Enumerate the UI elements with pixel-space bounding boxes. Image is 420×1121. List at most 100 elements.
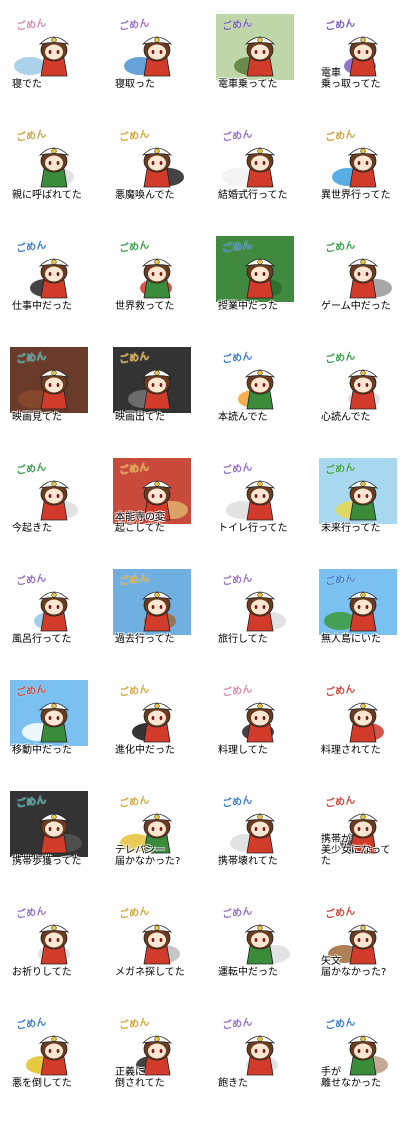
character-eye <box>262 50 266 54</box>
character-eye <box>254 383 258 387</box>
sticker[interactable]: ごめん 携帯が 美少女になってた <box>319 791 397 869</box>
sticker[interactable]: ごめん 未来行ってた <box>319 458 397 536</box>
moon-ornament-icon <box>257 703 263 709</box>
character-face <box>45 155 63 171</box>
character-eye <box>151 161 155 165</box>
sticker[interactable]: ごめん 今起きた <box>10 458 88 536</box>
sticker[interactable]: ごめん 飽きた <box>216 1013 294 1091</box>
sticker[interactable]: ごめん 心読んでた <box>319 347 397 425</box>
sticker[interactable]: ごめん 本能寺の変 起こしてた <box>113 458 191 536</box>
sticker[interactable]: ごめん 悪魔喚んでた <box>113 125 191 203</box>
sticker[interactable]: ごめん お祈りしてた <box>10 902 88 980</box>
sticker[interactable]: ごめん 異世界行ってた <box>319 125 397 203</box>
character-face <box>148 266 166 282</box>
character-face <box>251 488 269 504</box>
moon-ornament-icon <box>51 259 57 265</box>
moon-ornament-icon <box>257 148 263 154</box>
character-eye <box>159 494 163 498</box>
sticker[interactable]: ごめん 料理されてた <box>319 680 397 758</box>
sticker[interactable]: ごめん 正義に 倒されてた <box>113 1013 191 1091</box>
character-eye <box>254 494 258 498</box>
character-eye <box>254 938 258 942</box>
sticker[interactable]: ごめん 授業中だった <box>216 236 294 314</box>
sticker[interactable]: ごめん テレパシー 届かなかった? <box>113 791 191 869</box>
sticker-caption: 無人島にいた <box>321 634 381 645</box>
character-eye <box>365 161 369 165</box>
sticker[interactable]: ごめん 過去行ってた <box>113 569 191 647</box>
character-eye <box>254 827 258 831</box>
moon-ornament-icon <box>360 592 366 598</box>
character-eye <box>262 1049 266 1053</box>
sticker[interactable]: ごめん 世界救ってた <box>113 236 191 314</box>
sticker[interactable]: ごめん 移動中だった <box>10 680 88 758</box>
character-eye <box>365 605 369 609</box>
sticker-caption: ゲーム中だった <box>321 301 391 312</box>
character-face <box>45 44 63 60</box>
sticker[interactable]: ごめん 映画見てた <box>10 347 88 425</box>
sticker[interactable]: ごめん 携帯歩獲ってた <box>10 791 88 869</box>
sticker[interactable]: ごめん 手が 離せなかった <box>319 1013 397 1091</box>
sticker[interactable]: ごめん 携帯壊れてた <box>216 791 294 869</box>
character-face <box>354 1043 372 1059</box>
sticker[interactable]: ごめん 旅行してた <box>216 569 294 647</box>
character-eye <box>357 827 361 831</box>
character-eye <box>56 716 60 720</box>
moon-ornament-icon <box>154 148 160 154</box>
moon-ornament-icon <box>51 481 57 487</box>
character-eye <box>48 50 52 54</box>
sticker[interactable]: ごめん 無人島にいた <box>319 569 397 647</box>
sticker[interactable]: ごめん 運転中だった <box>216 902 294 980</box>
sticker[interactable]: ごめん 本読んでた <box>216 347 294 425</box>
sticker-grid: ごめん 寝でた ごめん 寝取った ごめん 電車乗ってた ごめん 電車 乗っ取ってたごめん 親に呼… <box>0 0 420 1121</box>
character-eye <box>48 161 52 165</box>
character-eye <box>365 1049 369 1053</box>
moon-ornament-icon <box>51 37 57 43</box>
character-face <box>45 932 63 948</box>
sticker-caption: 悪魔喚んでた <box>115 190 175 201</box>
sticker-caption: 旅行してた <box>218 634 268 645</box>
sticker[interactable]: ごめん 矢文 届かなかった? <box>319 902 397 980</box>
sticker-caption: 電車 乗っ取ってた <box>321 68 381 90</box>
character-eye <box>159 161 163 165</box>
sticker[interactable]: ごめん 結婚式行ってた <box>216 125 294 203</box>
sticker[interactable]: ごめん 料理してた <box>216 680 294 758</box>
character-face <box>148 155 166 171</box>
sticker-caption: 進化中だった <box>115 745 175 756</box>
moon-ornament-icon <box>51 1036 57 1042</box>
character-face <box>354 599 372 615</box>
sticker-caption: 移動中だった <box>12 745 72 756</box>
character-eye <box>357 272 361 276</box>
sticker[interactable]: ごめん 電車乗ってた <box>216 14 294 92</box>
sticker[interactable]: ごめん 仕事中だった <box>10 236 88 314</box>
sticker[interactable]: ごめん 寝取った <box>113 14 191 92</box>
sticker[interactable]: ごめん トイレ行ってた <box>216 458 294 536</box>
character-eye <box>159 1049 163 1053</box>
character-eye <box>159 50 163 54</box>
moon-ornament-icon <box>154 703 160 709</box>
sticker[interactable]: ごめん メガネ探してた <box>113 902 191 980</box>
character-face <box>251 821 269 837</box>
sticker[interactable]: ごめん ゲーム中だった <box>319 236 397 314</box>
character-eye <box>262 161 266 165</box>
sticker[interactable]: ごめん 風呂行ってた <box>10 569 88 647</box>
character-eye <box>254 50 258 54</box>
character-eye <box>357 716 361 720</box>
sticker[interactable]: ごめん 進化中だった <box>113 680 191 758</box>
character-eye <box>357 605 361 609</box>
sticker[interactable]: ごめん 電車 乗っ取ってた <box>319 14 397 92</box>
sticker[interactable]: ごめん 親に呼ばれてた <box>10 125 88 203</box>
moon-ornament-icon <box>154 481 160 487</box>
sticker-caption: 風呂行ってた <box>12 634 72 645</box>
sticker[interactable]: ごめん 映画出てた <box>113 347 191 425</box>
character-face <box>45 599 63 615</box>
sticker-caption: メガネ探してた <box>115 967 185 978</box>
sticker-caption: 本読んでた <box>218 412 268 423</box>
sticker[interactable]: ごめん 寝でた <box>10 14 88 92</box>
character-eye <box>151 1049 155 1053</box>
character-eye <box>365 827 369 831</box>
character-eye <box>254 716 258 720</box>
character-eye <box>159 938 163 942</box>
character-eye <box>151 272 155 276</box>
moon-ornament-icon <box>51 370 57 376</box>
sticker[interactable]: ごめん 悪を倒してた <box>10 1013 88 1091</box>
